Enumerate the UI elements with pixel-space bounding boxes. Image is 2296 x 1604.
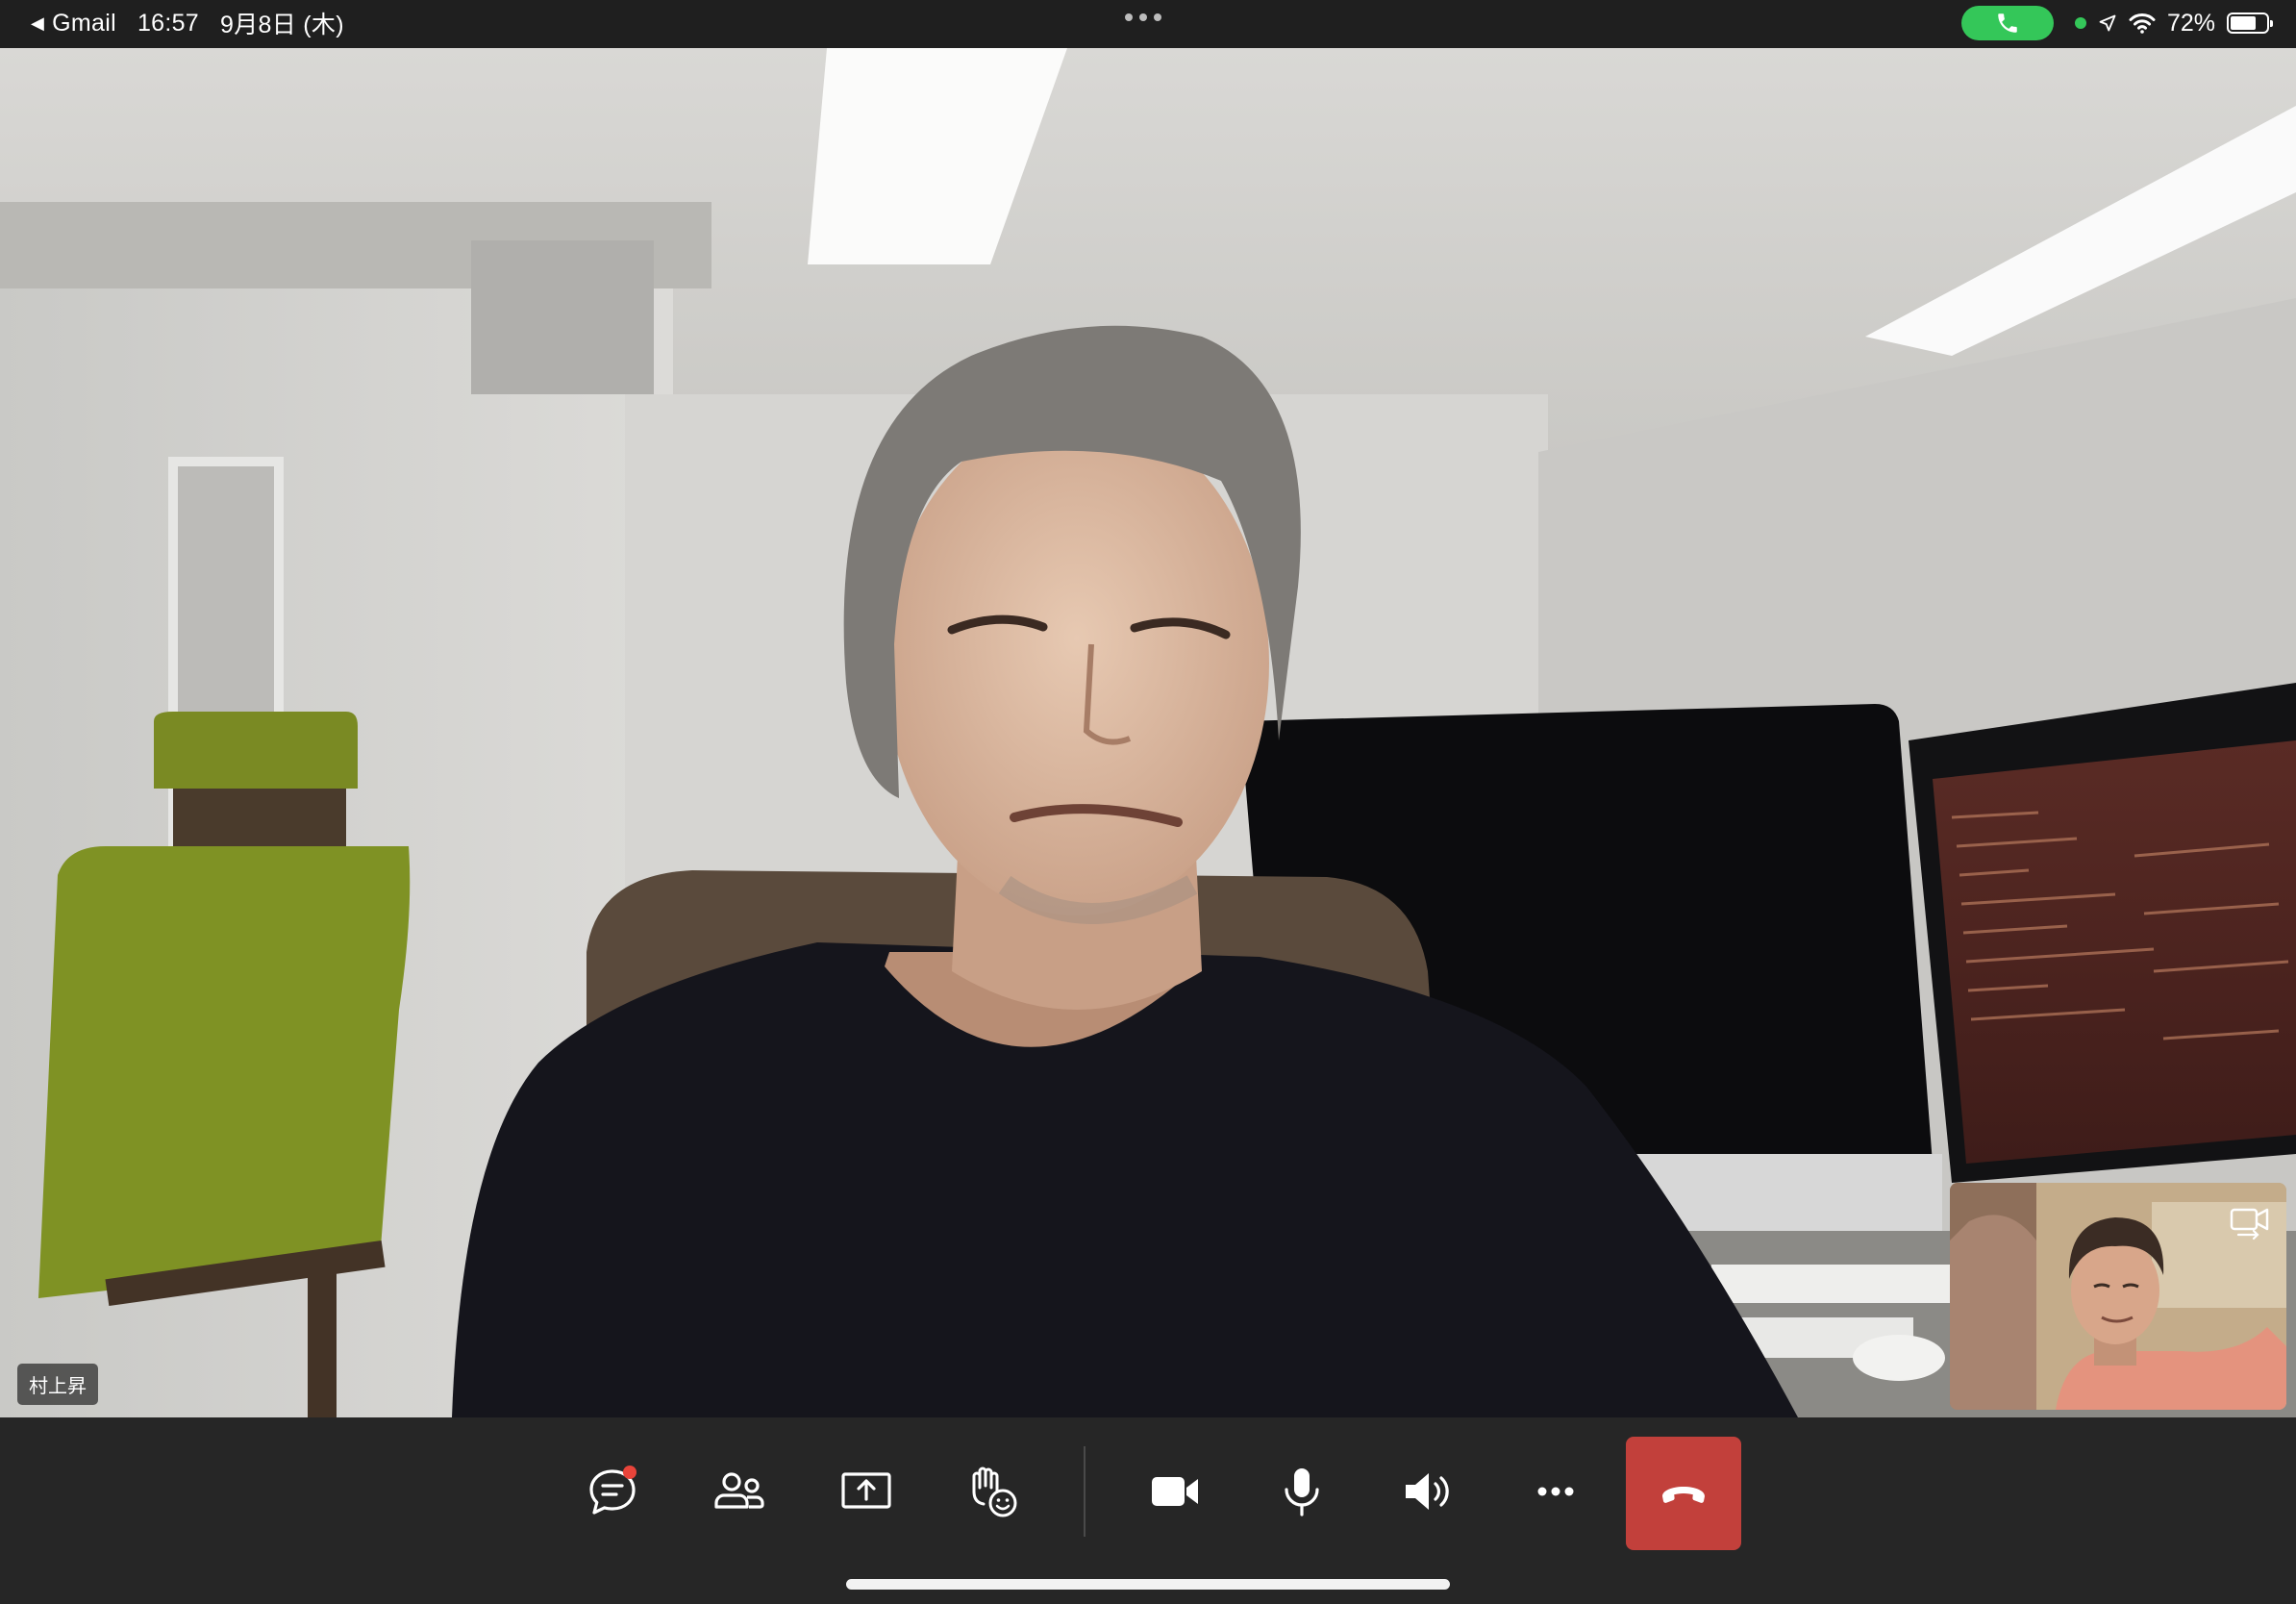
back-app-label[interactable]: Gmail — [52, 10, 116, 38]
camera-in-use-indicator — [2074, 17, 2086, 29]
status-time: 16:57 — [137, 9, 200, 37]
status-bar: ◀ Gmail 16:57 9月8日 (木) 72% — [0, 0, 2296, 46]
location-arrow-icon — [2099, 14, 2116, 32]
chat-icon — [589, 1466, 636, 1515]
hang-up-icon — [1662, 1487, 1705, 1503]
participants-button[interactable] — [686, 1439, 792, 1544]
chat-button[interactable] — [560, 1439, 665, 1544]
microphone-icon — [1285, 1468, 1319, 1516]
unread-badge — [623, 1466, 636, 1479]
share-screen-icon — [841, 1472, 891, 1509]
teams-call-screen: ◀ Gmail 16:57 9月8日 (木) 72% 村上昇 — [0, 0, 2296, 1604]
raise-hand-icon — [972, 1466, 1017, 1517]
battery-icon — [2227, 13, 2273, 34]
reactions-button[interactable] — [940, 1439, 1046, 1544]
camera-toggle-button[interactable] — [1122, 1439, 1228, 1544]
switch-camera-icon[interactable] — [2229, 1204, 2271, 1242]
control-divider — [1084, 1446, 1086, 1537]
status-date: 9月8日 (木) — [220, 12, 344, 38]
more-options-button[interactable] — [1503, 1439, 1609, 1544]
battery-level-fill — [2231, 16, 2256, 30]
speaker-icon — [1406, 1473, 1449, 1510]
status-right: 72% — [1960, 0, 2273, 46]
speaker-button[interactable] — [1376, 1439, 1482, 1544]
back-arrow-icon[interactable]: ◀ — [31, 13, 44, 34]
people-icon — [714, 1472, 764, 1509]
share-screen-button[interactable] — [813, 1439, 919, 1544]
more-icon — [1537, 1487, 1574, 1496]
status-left: ◀ Gmail 16:57 9月8日 (木) — [31, 0, 344, 46]
active-call-pill[interactable] — [1960, 6, 2054, 40]
home-indicator[interactable] — [846, 1579, 1450, 1590]
call-control-bar — [0, 1417, 2296, 1604]
participant-name-tag: 村上昇 — [17, 1364, 98, 1405]
phone-icon — [1998, 13, 2017, 33]
multitasking-dots-icon[interactable] — [1125, 13, 1161, 21]
microphone-toggle-button[interactable] — [1249, 1439, 1355, 1544]
hang-up-button[interactable] — [1626, 1437, 1741, 1550]
self-view-video[interactable] — [1950, 1183, 2286, 1410]
video-camera-icon — [1152, 1477, 1198, 1506]
battery-percent: 72% — [2166, 9, 2215, 37]
wifi-icon — [2129, 13, 2156, 34]
